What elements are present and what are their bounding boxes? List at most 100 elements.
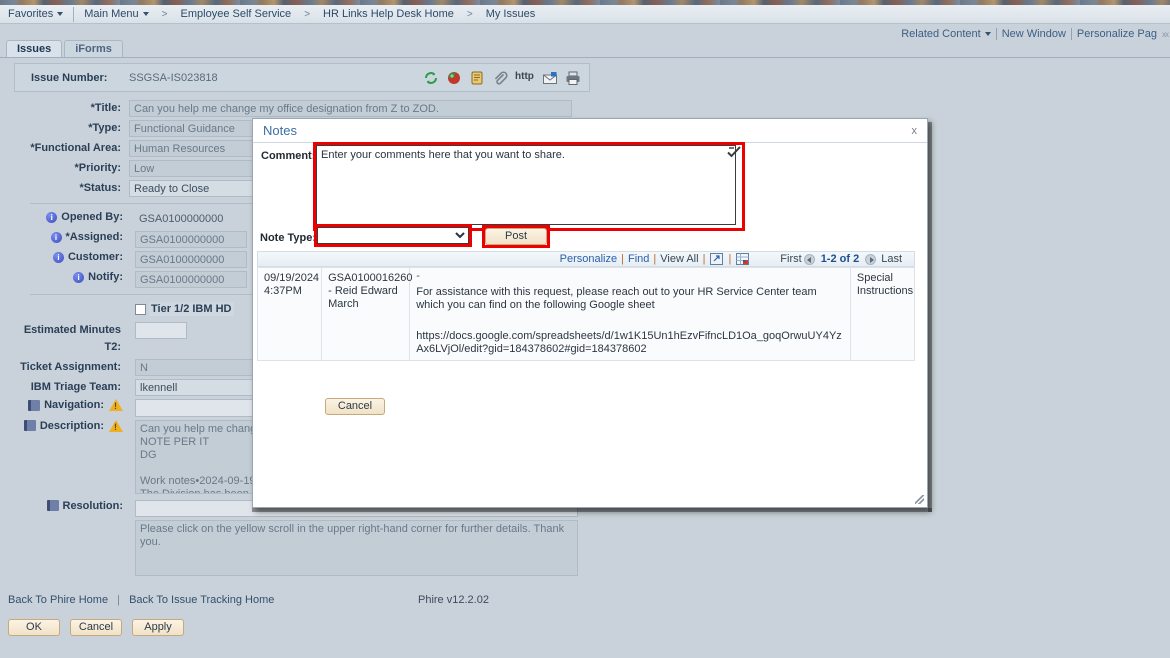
resolution-label-wrap: Resolution: — [14, 500, 129, 512]
next-page-icon[interactable] — [865, 254, 876, 265]
main-menu-label: Main Menu — [84, 8, 138, 20]
tab-underline — [0, 57, 1170, 58]
note-dash: - — [416, 272, 844, 280]
warning-icon — [109, 420, 123, 432]
tab-iforms-label: iForms — [75, 43, 112, 55]
note-type-label: Note Type: — [260, 232, 316, 244]
breadcrumb-item-hr-links[interactable]: HR Links Help Desk Home — [315, 8, 462, 20]
note-user-cell: GSA0100016260 - Reid Edward March — [322, 268, 410, 361]
modal-cancel-button[interactable]: Cancel — [325, 398, 385, 415]
title-input[interactable] — [129, 100, 572, 117]
note-url: https://docs.google.com/spreadsheets/d/1… — [416, 330, 844, 356]
overflow-indicator: xx — [1162, 30, 1168, 39]
opened-by-value: GSA0100000000 — [129, 211, 223, 228]
notify-label: Notify: — [88, 271, 123, 283]
notes-table: 09/19/2024 4:37PM GSA0100016260 - Reid E… — [257, 267, 915, 361]
book-icon — [47, 500, 59, 511]
info-icon[interactable]: i — [46, 212, 57, 223]
breadcrumb-item-my-issues[interactable]: My Issues — [478, 8, 544, 20]
divider: | — [699, 253, 710, 265]
back-to-phire-home-link[interactable]: Back To Phire Home — [8, 594, 108, 606]
related-content-menu[interactable]: Related Content — [896, 28, 996, 40]
notify-input[interactable] — [135, 271, 247, 288]
find-link[interactable]: Find — [628, 253, 649, 265]
notes-grid-header: Personalize | Find | View All | | First … — [257, 251, 915, 267]
notes-modal: Notes x Comment: Enter your comments her… — [252, 118, 928, 508]
chevron-down-icon — [57, 12, 63, 16]
customer-input[interactable] — [135, 251, 247, 268]
resize-handle[interactable] — [915, 495, 924, 504]
estimated-minutes-label: Estimated Minutes T2: — [14, 322, 129, 356]
opened-by-label-wrap: i Opened By: — [14, 211, 129, 223]
tier-checkbox-label: Tier 1/2 IBM HD — [149, 302, 234, 316]
footer-buttons: OK Cancel Apply — [8, 619, 184, 636]
status-ball-icon[interactable] — [446, 70, 462, 86]
apply-button[interactable]: Apply — [132, 619, 184, 636]
main-menu[interactable]: Main Menu — [76, 8, 156, 20]
tab-iforms[interactable]: iForms — [64, 40, 123, 57]
http-link-icon[interactable]: http — [515, 70, 535, 86]
back-to-issue-tracking-link[interactable]: Back To Issue Tracking Home — [129, 594, 274, 606]
personalize-link[interactable]: Personalize — [560, 253, 617, 265]
print-icon[interactable] — [565, 70, 581, 86]
attachment-icon[interactable] — [492, 70, 508, 86]
scroll-icon[interactable] — [469, 70, 485, 86]
tab-bar: Issues iForms — [6, 40, 125, 57]
note-type-highlight-box — [314, 224, 472, 247]
assigned-label: *Assigned: — [66, 231, 123, 243]
ticket-assignment-label: Ticket Assignment: — [14, 359, 129, 376]
download-icon[interactable] — [710, 253, 723, 265]
table-row[interactable]: 09/19/2024 4:37PM GSA0100016260 - Reid E… — [258, 268, 915, 361]
tab-issues-label: Issues — [17, 43, 51, 55]
navigation-label-wrap: Navigation: — [14, 399, 129, 411]
divider — [73, 7, 74, 22]
chevron-down-icon — [143, 12, 149, 16]
divider: | — [617, 253, 628, 265]
divider: | — [111, 594, 126, 606]
estimated-minutes-input[interactable] — [135, 322, 187, 339]
assigned-input[interactable] — [135, 231, 247, 248]
comment-highlight-box — [313, 142, 745, 231]
close-icon[interactable]: x — [909, 124, 921, 138]
row-counter: 1-2 of 2 — [817, 253, 864, 265]
ibm-triage-label: IBM Triage Team: — [14, 379, 129, 396]
first-label[interactable]: First — [780, 253, 801, 265]
view-all-link[interactable]: View All — [660, 253, 698, 265]
new-window-link[interactable]: New Window — [997, 28, 1071, 40]
note-type-cell: Special Instructions — [850, 268, 914, 361]
last-label[interactable]: Last — [881, 253, 902, 265]
breadcrumb-item-ess[interactable]: Employee Self Service — [173, 8, 300, 20]
info-icon[interactable]: i — [53, 252, 64, 263]
tab-issues[interactable]: Issues — [6, 40, 62, 57]
cancel-button[interactable]: Cancel — [70, 619, 122, 636]
footer-version: Phire v12.2.02 — [418, 594, 489, 606]
notify-label-wrap: i Notify: — [14, 271, 129, 283]
info-icon[interactable]: i — [51, 232, 62, 243]
grid-view-icon[interactable] — [736, 253, 749, 265]
status-label: *Status: — [14, 180, 129, 197]
email-icon[interactable] — [542, 70, 558, 86]
previous-page-icon[interactable] — [804, 254, 815, 265]
book-icon — [28, 400, 40, 411]
navigation-label: Navigation: — [44, 399, 104, 411]
favorites-label: Favorites — [8, 8, 53, 20]
tier-checkbox-wrap[interactable]: Tier 1/2 IBM HD — [135, 302, 234, 316]
book-icon — [24, 420, 36, 431]
favorites-menu[interactable]: Favorites — [0, 8, 71, 20]
resolution-label: Resolution: — [63, 500, 124, 512]
note-text-cell: - For assistance with this request, plea… — [410, 268, 851, 361]
spellcheck-icon[interactable] — [727, 145, 741, 159]
divider: | — [649, 253, 660, 265]
refresh-icon[interactable] — [423, 70, 439, 86]
related-content-label: Related Content — [901, 28, 981, 40]
priority-label: *Priority: — [14, 160, 129, 177]
tier-checkbox[interactable] — [135, 304, 146, 315]
info-icon[interactable]: i — [73, 272, 84, 283]
personalize-page-link[interactable]: Personalize Pag — [1072, 28, 1162, 40]
resolution-textarea[interactable]: Please click on the yellow scroll in the… — [135, 520, 578, 576]
ok-button[interactable]: OK — [8, 619, 60, 636]
customer-label: Customer: — [68, 251, 123, 263]
breadcrumb-arrow-icon: > — [462, 9, 478, 20]
issue-toolbar: http — [423, 70, 581, 86]
note-date-cell: 09/19/2024 4:37PM — [258, 268, 322, 361]
